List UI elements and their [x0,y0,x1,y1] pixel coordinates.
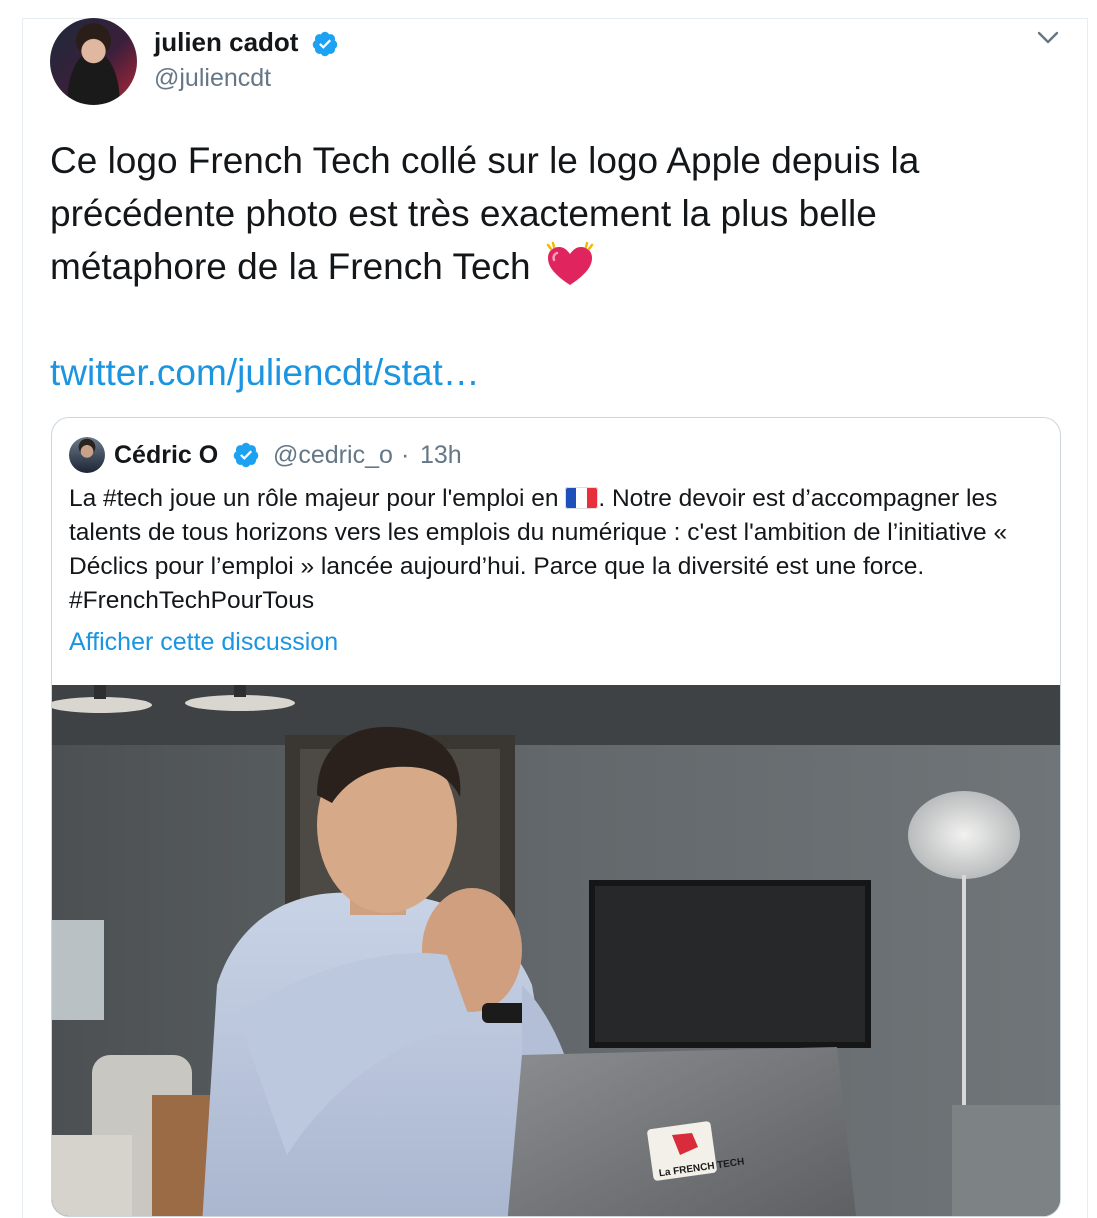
quoted-tweet-photo[interactable]: La FRENCH TECH [52,685,1060,1216]
quoted-timestamp[interactable]: 13h [420,440,462,470]
verified-badge-icon [312,31,338,57]
quoted-author-name[interactable]: Cédric O [114,440,218,470]
tweet-link[interactable]: twitter.com/juliencdt/stat… [50,348,480,398]
beating-heart-emoji [546,241,594,285]
quoted-tweet-text: La #tech joue un rôle majeur pour l'empl… [69,482,1049,618]
author-name[interactable]: julien cadot [154,26,298,58]
verified-badge-icon [233,442,259,468]
chevron-down-icon[interactable] [1036,30,1060,46]
quoted-tweet[interactable]: Cédric O @cedric_o · 13h La #tech joue u… [51,417,1061,1217]
separator-dot: · [401,441,410,469]
photo-illustration: La FRENCH TECH [52,685,1060,1216]
quoted-text-part-1: La #tech joue un rôle majeur pour l'empl… [69,485,566,512]
show-thread-link[interactable]: Afficher cette discussion [69,627,338,657]
tweet-text: Ce logo French Tech collé sur le logo Ap… [50,134,1060,293]
flag-france-emoji [565,487,599,509]
quoted-author-handle[interactable]: @cedric_o [273,440,393,470]
quoted-author-avatar[interactable] [69,437,105,473]
author-avatar[interactable] [50,18,137,105]
tweet-body: Ce logo French Tech collé sur le logo Ap… [50,140,920,287]
author-handle[interactable]: @juliencdt [154,62,271,94]
